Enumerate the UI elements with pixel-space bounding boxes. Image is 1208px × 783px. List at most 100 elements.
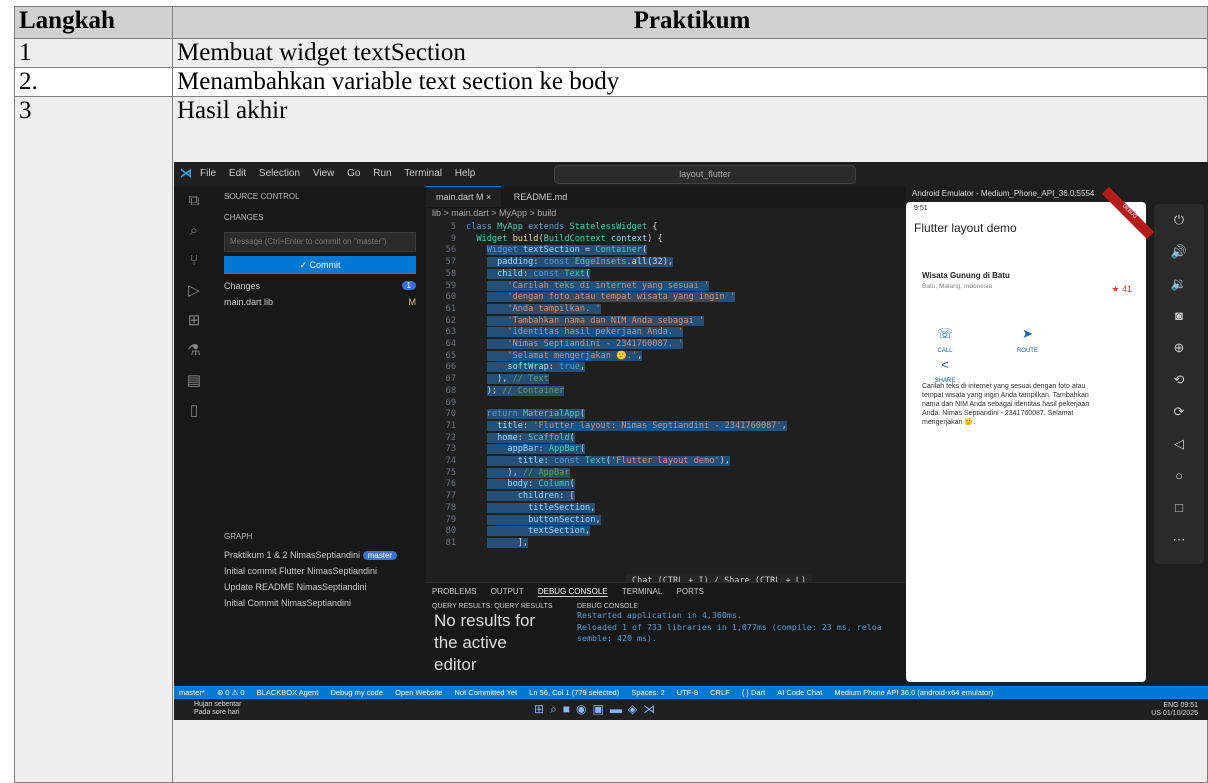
home-icon[interactable]: ○ — [1154, 460, 1204, 492]
favorite-star[interactable]: ★ 41 — [1111, 284, 1132, 295]
menu-view[interactable]: View — [313, 168, 335, 179]
search-icon[interactable]: ⌕ — [174, 216, 214, 246]
weather-subtitle: Pada sore hari — [194, 709, 240, 716]
phone-screen: DEBUG 9:51 Flutter layout demo Wisata Gu… — [906, 186, 1155, 682]
changes-header[interactable]: CHANGES — [214, 207, 426, 228]
status-item[interactable]: Medium Phone API 36.0 (android-x64 emula… — [834, 688, 993, 697]
weather-widget[interactable]: Hujan sebentar Pada sore hari — [194, 701, 241, 717]
app-icon[interactable]: ◈ — [628, 702, 643, 716]
menu-go[interactable]: Go — [347, 168, 360, 179]
header-langkah: Langkah — [14, 6, 173, 39]
query-results-header[interactable]: QUERY RESULTS: QUERY RESULTS — [426, 603, 566, 610]
query-results-pane: QUERY RESULTS: QUERY RESULTS No results … — [426, 603, 566, 687]
commit-message-input[interactable]: Message (Ctrl+Enter to commit on "master… — [224, 232, 416, 252]
breadcrumb[interactable]: lib > main.dart > MyApp > build — [426, 208, 906, 222]
menu-file[interactable]: File — [200, 168, 216, 179]
query-empty-line: the active — [434, 633, 507, 652]
status-item[interactable]: Debug my code — [330, 688, 383, 697]
tab-output[interactable]: OUTPUT — [491, 587, 524, 596]
call-button[interactable]: ☏ CALL — [906, 326, 984, 354]
menu-help[interactable]: Help — [455, 168, 476, 179]
notebook-icon[interactable]: ▯ — [174, 396, 214, 426]
status-item[interactable]: { } Dart — [742, 688, 765, 697]
menu-selection[interactable]: Selection — [259, 168, 300, 179]
commit-button[interactable]: ✓ Commit — [224, 256, 416, 274]
volume-down-icon[interactable]: 🔉 — [1154, 268, 1204, 300]
rotate-left-icon[interactable]: ⟲ — [1154, 364, 1204, 396]
status-item[interactable]: Not Committed Yet — [455, 688, 518, 697]
editor-tabs: main.dart M × README.md — [426, 186, 906, 208]
share-button[interactable]: < SHARE — [906, 357, 984, 384]
tab-debug-console[interactable]: DEBUG CONSOLE — [537, 587, 608, 597]
menu-bar: File Edit Selection View Go Run Terminal… — [200, 168, 485, 179]
graph-item[interactable]: Initial commit Flutter NimasSeptiandini — [214, 563, 426, 579]
graph-item[interactable]: Praktikum 1 & 2 NimasSeptiandini master — [214, 547, 426, 563]
vscode-icon[interactable]: ⋊ — [643, 702, 661, 716]
bottom-panel: PROBLEMS OUTPUT DEBUG CONSOLE TERMINAL P… — [426, 582, 906, 687]
step-1-number: 1 — [14, 38, 173, 68]
rotate-right-icon[interactable]: ⟳ — [1154, 396, 1204, 428]
activity-bar: ⧉ ⌕ ⑂ ▷ ⊞ ⚗ ▤ ▯ ◎ ⚙ — [174, 186, 214, 686]
changed-file-item[interactable]: main.dart lib M — [214, 294, 426, 310]
tray-line[interactable]: ENG 09:51 — [1151, 702, 1198, 710]
app-icon[interactable]: ■ — [563, 702, 576, 716]
zoom-icon[interactable]: ⊕ — [1154, 332, 1204, 364]
button-section: ☏ CALL ➤ ROUTE < SHARE — [906, 326, 1146, 387]
app-icon[interactable]: ◉ — [576, 702, 592, 716]
source-control-icon[interactable]: ⑂ — [174, 246, 214, 276]
app-icon[interactable]: ▣ — [593, 702, 610, 716]
vscode-titlebar: ⋊ File Edit Selection View Go Run Termin… — [174, 162, 1208, 186]
code-content[interactable]: 5 class MyApp extends StatelessWidget { 9… — [426, 222, 906, 550]
code-editor: main.dart M × README.md lib > main.dart … — [426, 186, 906, 588]
changes-group[interactable]: Changes 1 — [214, 278, 426, 294]
graph-item[interactable]: Initial Commit NimasSeptiandini — [214, 595, 426, 611]
graph-header[interactable]: GRAPH — [214, 526, 426, 547]
more-icon[interactable]: ⋯ — [1154, 524, 1204, 556]
extensions-icon[interactable]: ⊞ — [174, 306, 214, 336]
menu-run[interactable]: Run — [373, 168, 391, 179]
status-item[interactable]: Open Website — [395, 688, 442, 697]
remote-icon[interactable]: ▤ — [174, 366, 214, 396]
tab-ports[interactable]: PORTS — [677, 587, 704, 596]
tab-readme[interactable]: README.md — [504, 187, 578, 207]
android-emulator: Android Emulator - Medium_Phone_API_36.0… — [906, 186, 1208, 686]
tray-line[interactable]: US 01/10/2025 — [1151, 710, 1198, 718]
status-item[interactable]: CRLF — [710, 688, 730, 697]
tab-problems[interactable]: PROBLEMS — [432, 587, 476, 596]
graph-item-label: Praktikum 1 & 2 NimasSeptiandini — [224, 550, 361, 560]
header-praktikum: Praktikum — [172, 6, 1208, 39]
start-icon[interactable]: ⊞ — [534, 702, 550, 716]
status-item[interactable]: AI Code Chat — [777, 688, 822, 697]
menu-edit[interactable]: Edit — [229, 168, 246, 179]
menu-terminal[interactable]: Terminal — [404, 168, 442, 179]
explorer-icon[interactable]: ⧉ — [174, 186, 214, 216]
power-icon[interactable]: ⏻ — [1154, 204, 1204, 236]
command-search[interactable]: layout_flutter — [554, 165, 856, 184]
status-item[interactable]: ⊗ 0 ⚠ 0 — [217, 688, 245, 697]
camera-icon[interactable]: ◙ — [1154, 300, 1204, 332]
tab-terminal[interactable]: TERMINAL — [622, 587, 662, 596]
run-debug-icon[interactable]: ▷ — [174, 276, 214, 306]
panel-tabs: PROBLEMS OUTPUT DEBUG CONSOLE TERMINAL P… — [426, 583, 906, 601]
graph-item[interactable]: Update README NimasSeptiandini — [214, 579, 426, 595]
route-button[interactable]: ➤ ROUTE — [988, 326, 1066, 354]
status-item[interactable]: UTF-8 — [677, 688, 698, 697]
changes-count-badge: 1 — [401, 281, 416, 290]
back-icon[interactable]: ◁ — [1154, 428, 1204, 460]
testing-icon[interactable]: ⚗ — [174, 336, 214, 366]
call-label: CALL — [937, 348, 953, 354]
debug-console-header[interactable]: DEBUG CONSOLE — [571, 603, 906, 610]
tab-main-dart[interactable]: main.dart M × — [426, 186, 502, 207]
status-item[interactable]: Spaces: 2 — [631, 688, 664, 697]
folder-icon[interactable]: ▬ — [610, 702, 628, 716]
search-icon[interactable]: ⌕ — [550, 702, 563, 716]
status-item[interactable]: Ln 56, Col 1 (779 selected) — [529, 688, 619, 697]
weather-title: Hujan sebentar — [194, 701, 242, 708]
status-item[interactable]: master* — [179, 688, 205, 697]
volume-up-icon[interactable]: 🔊 — [1154, 236, 1204, 268]
status-bar: master* ⊗ 0 ⚠ 0 BLACKBOX Agent Debug my … — [174, 686, 1208, 699]
status-item[interactable]: BLACKBOX Agent — [257, 688, 319, 697]
share-icon: < — [941, 357, 949, 372]
overview-icon[interactable]: □ — [1154, 492, 1204, 524]
debug-output-line: Restarted application in 4,360ms. — [577, 610, 742, 620]
